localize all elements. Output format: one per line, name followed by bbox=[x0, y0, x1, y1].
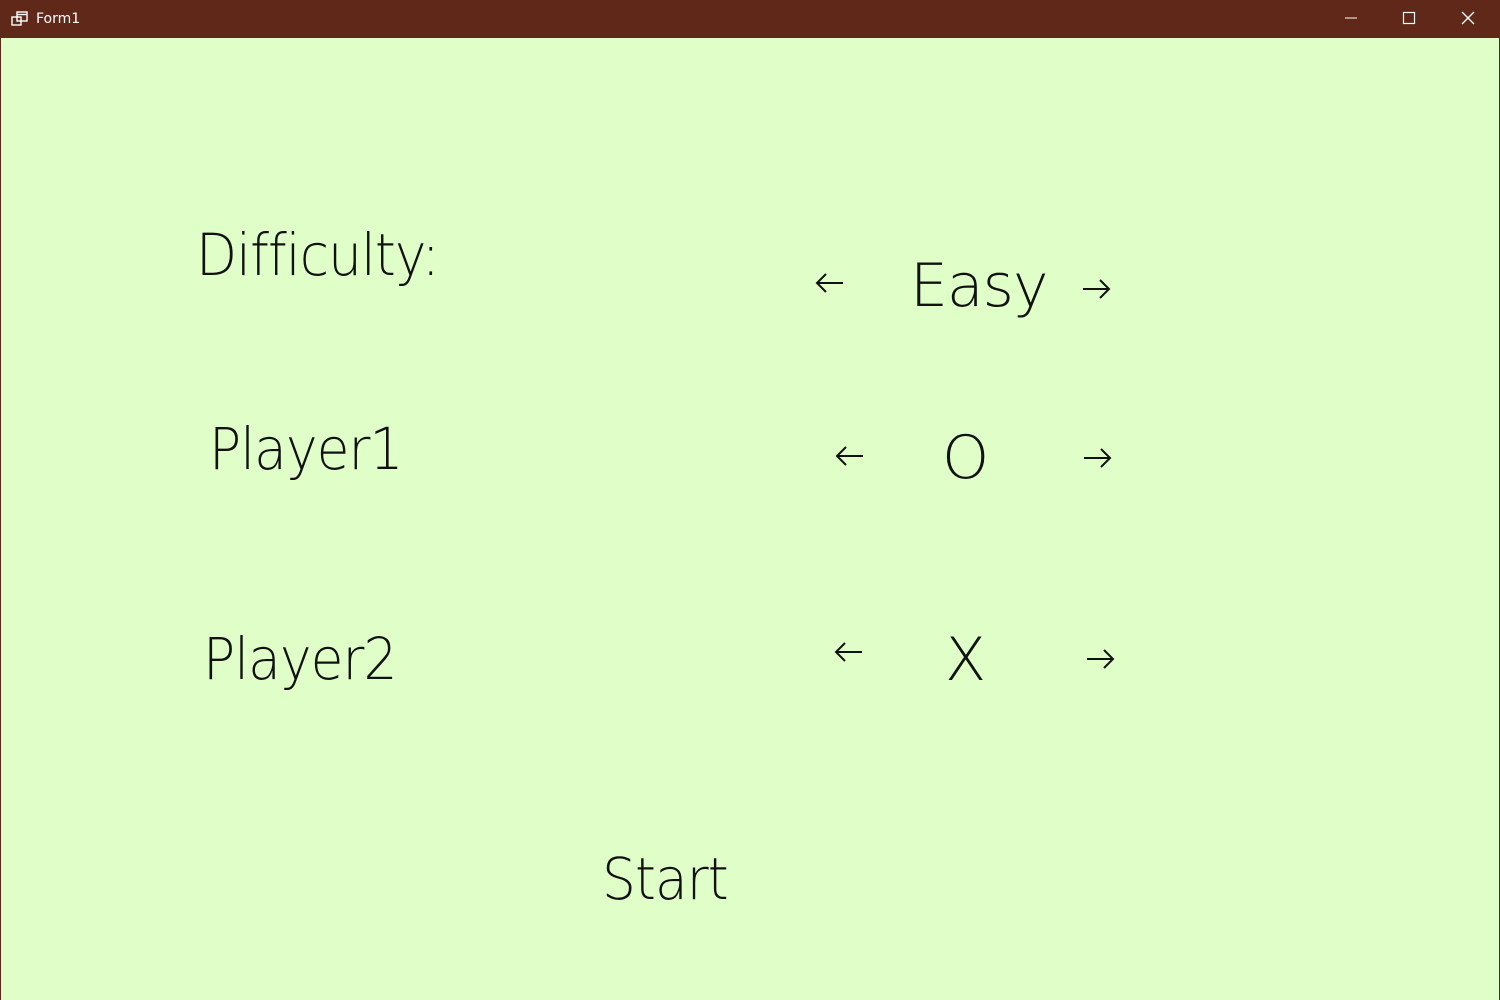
difficulty-label: Difficulty: bbox=[196, 221, 440, 289]
minimize-icon bbox=[1344, 10, 1358, 29]
maximize-button[interactable] bbox=[1380, 0, 1438, 38]
player2-label: Player2 bbox=[203, 625, 397, 693]
arrow-left-icon bbox=[832, 442, 872, 470]
difficulty-prev-button[interactable] bbox=[812, 269, 852, 299]
arrow-left-icon bbox=[812, 269, 852, 297]
player2-prev-button[interactable] bbox=[831, 638, 871, 668]
close-icon bbox=[1461, 10, 1475, 29]
minimize-button[interactable] bbox=[1322, 0, 1380, 38]
player1-symbol: O bbox=[942, 423, 989, 493]
close-button[interactable] bbox=[1439, 0, 1497, 38]
app-window: Form1 Difficulty: Easy Player1 O Player2… bbox=[0, 0, 1500, 1000]
form-client-area: Difficulty: Easy Player1 O Player2 X Sta… bbox=[2, 38, 1500, 1000]
arrow-right-icon bbox=[1079, 444, 1119, 472]
arrow-left-icon bbox=[831, 638, 871, 666]
start-button[interactable]: Start bbox=[602, 850, 729, 908]
window-title: Form1 bbox=[36, 11, 81, 27]
player2-next-button[interactable] bbox=[1082, 645, 1122, 675]
player1-prev-button[interactable] bbox=[832, 442, 872, 472]
player2-symbol: X bbox=[945, 625, 986, 695]
window-restore-app-icon bbox=[11, 11, 29, 27]
difficulty-value: Easy bbox=[910, 251, 1048, 321]
maximize-icon bbox=[1402, 10, 1416, 29]
arrow-right-icon bbox=[1082, 645, 1122, 673]
difficulty-next-button[interactable] bbox=[1078, 275, 1118, 305]
player1-next-button[interactable] bbox=[1079, 444, 1119, 474]
title-bar[interactable]: Form1 bbox=[1, 0, 1500, 38]
arrow-right-icon bbox=[1078, 275, 1118, 303]
player1-label: Player1 bbox=[209, 415, 403, 483]
